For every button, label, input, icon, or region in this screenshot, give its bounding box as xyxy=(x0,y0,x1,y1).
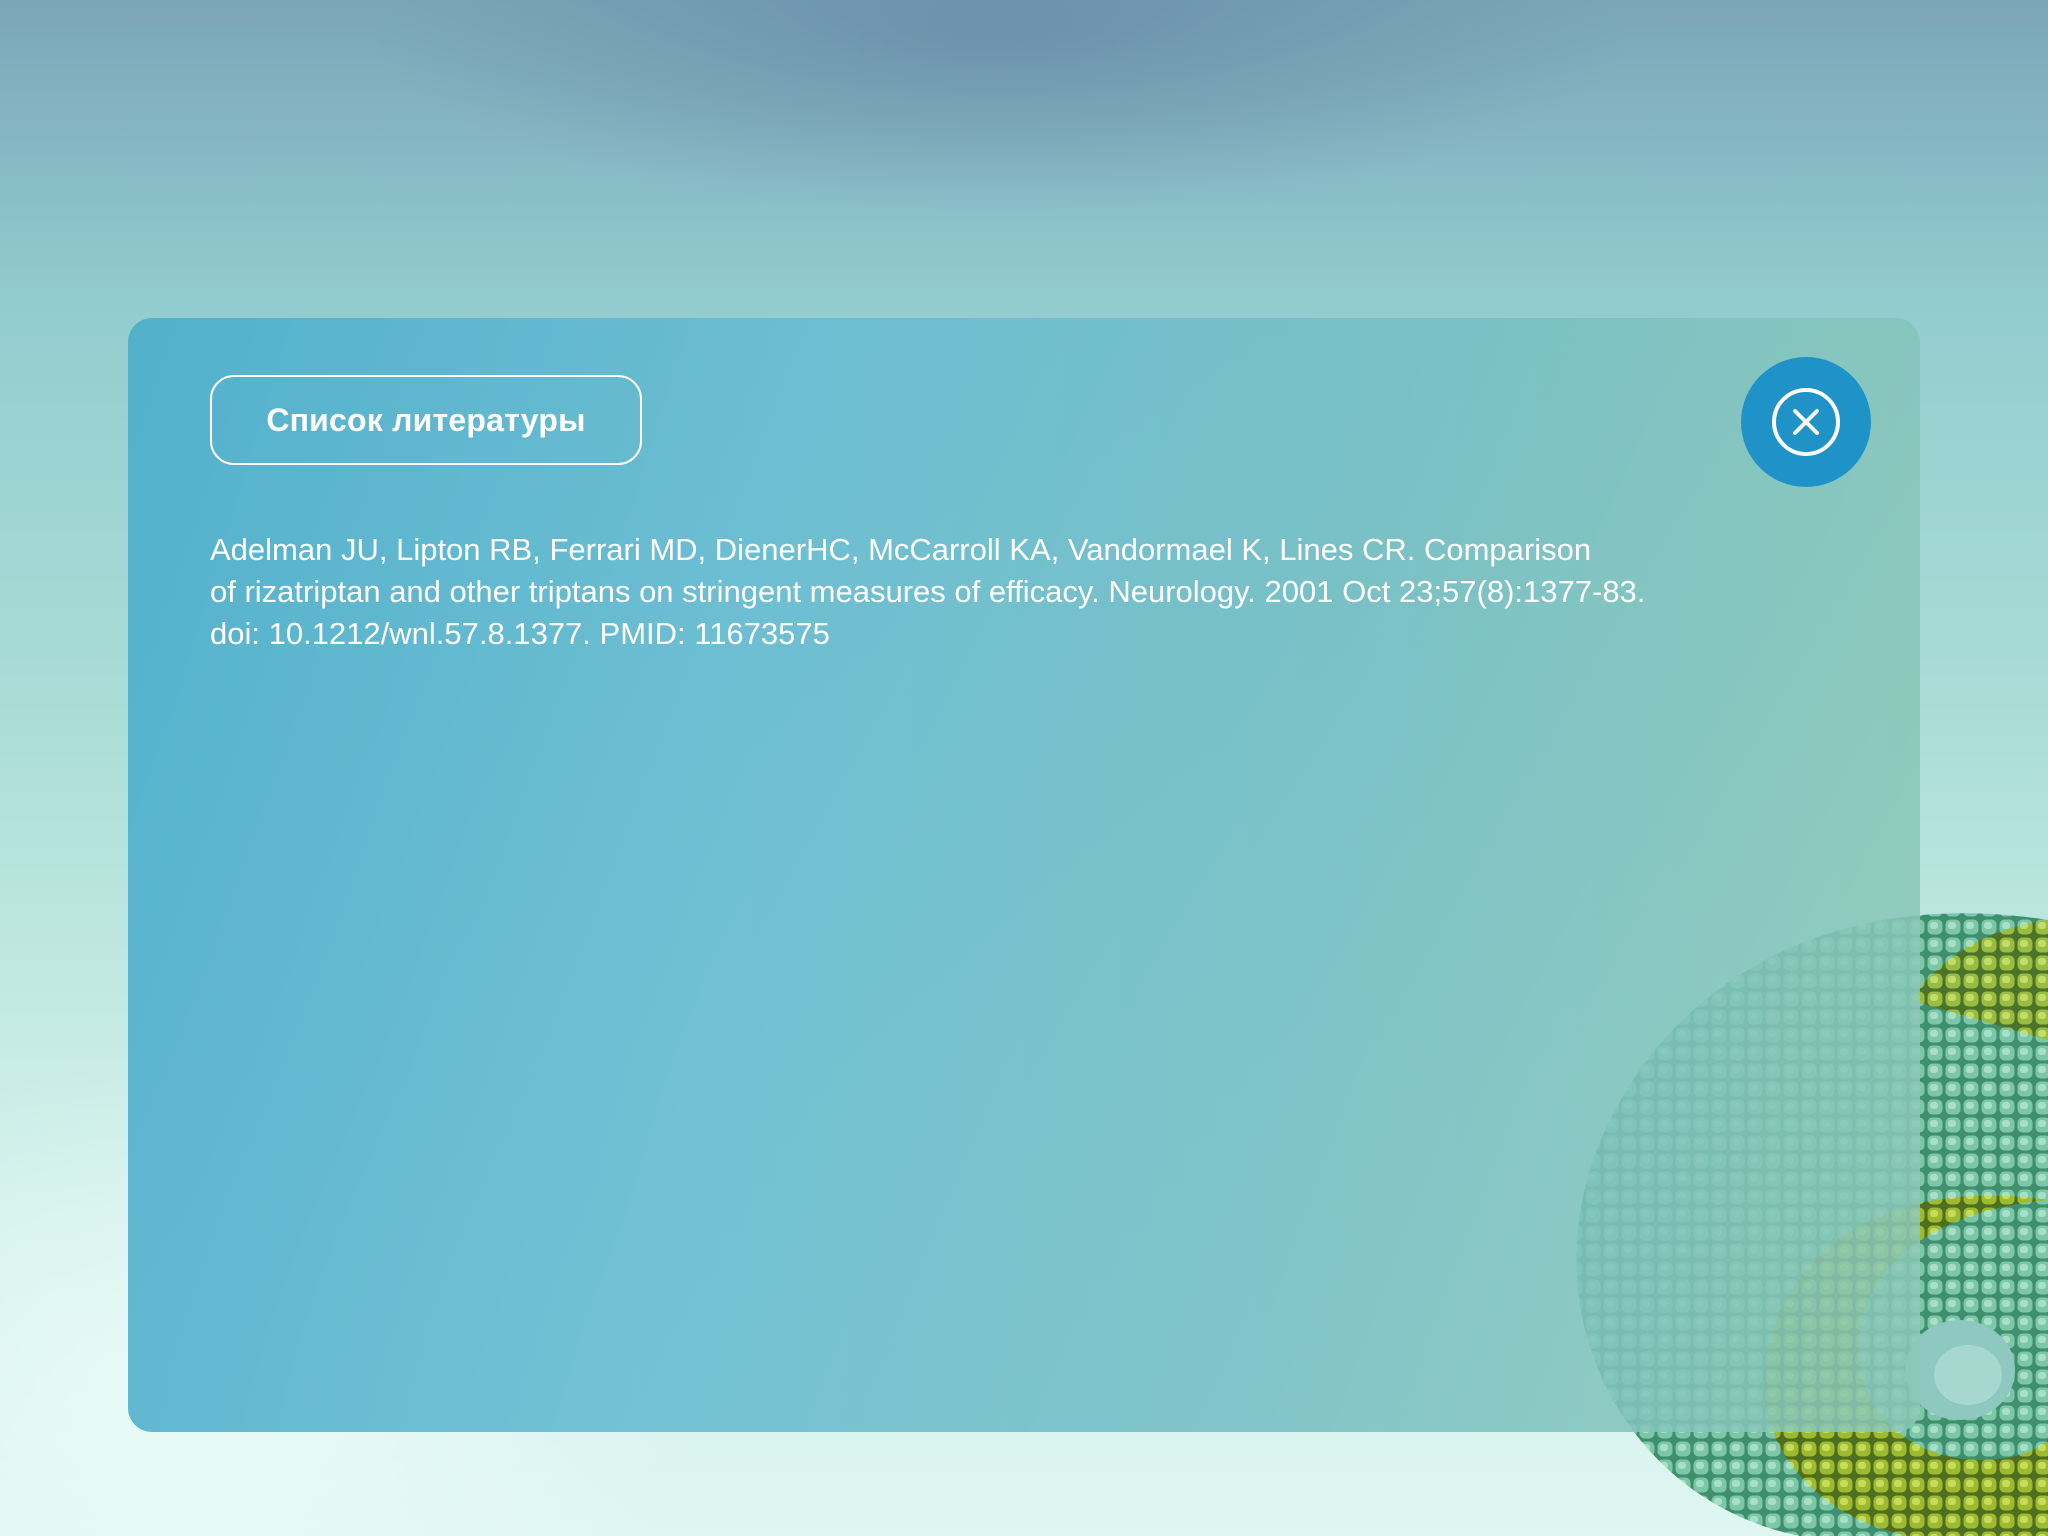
references-modal: Список литературы Adelman JU, Lipton RB,… xyxy=(128,318,1920,1432)
reference-line: Adelman JU, Lipton RB, Ferrari MD, Diene… xyxy=(210,532,1592,567)
reference-item: Adelman JU, Lipton RB, Ferrari MD, Diene… xyxy=(210,529,1850,655)
close-circle-icon xyxy=(1772,388,1840,456)
close-button[interactable] xyxy=(1741,357,1871,487)
modal-title: Список литературы xyxy=(266,401,586,438)
modal-title-box: Список литературы xyxy=(210,375,642,465)
reference-line: of rizatriptan and other triptans on str… xyxy=(210,574,1646,609)
reference-line: doi: 10.1212/wnl.57.8.1377. PMID: 116735… xyxy=(210,616,830,651)
